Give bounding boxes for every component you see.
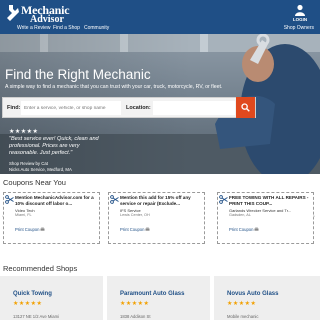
print-coupon-link[interactable]: Print Coupon (120, 227, 144, 232)
scissors-icon (5, 195, 14, 204)
shop-address: 13127 NE 1/2 Ave Miami (13, 314, 60, 319)
coupons-heading: Coupons Near You (3, 178, 66, 187)
review-stars: ★★★★★ (9, 129, 39, 135)
user-icon (295, 4, 305, 16)
coupon-card[interactable]: Mention this add for 15% off any service… (108, 192, 205, 244)
site-logo[interactable]: Mechanic Advisor (6, 3, 116, 25)
login-button[interactable]: LOGIN (288, 4, 312, 22)
coupon-city: Lewis Center, OH (120, 213, 150, 217)
printer-icon[interactable] (254, 227, 259, 232)
print-coupon-link[interactable]: Print Coupon (229, 227, 253, 232)
shop-name[interactable]: Quick Towing (13, 291, 52, 297)
coupon-card[interactable]: FREE TOWING WITH ALL REPAIRS - PRINT THI… (217, 192, 314, 244)
find-input[interactable] (21, 101, 121, 115)
shop-address: Mobile mechanic (227, 314, 259, 319)
scissors-icon (219, 195, 228, 204)
hero-title: Find the Right Mechanic (5, 67, 151, 82)
coupon-card[interactable]: Mention MechanicAdvisor.com for a 10% di… (3, 192, 100, 244)
review-shop: Nicks Auto Service, Medford, MA (9, 167, 72, 172)
coupon-title[interactable]: Mention this add for 15% off any service… (120, 195, 204, 207)
location-label: Location: (126, 105, 151, 111)
printer-icon[interactable] (145, 227, 150, 232)
shop-card[interactable]: Paramount Auto Glass ★★★★★ 1838 Addison … (107, 276, 210, 320)
scissors-icon (110, 195, 119, 204)
top-header: Mechanic Advisor LOGIN Write a Review Fi… (0, 0, 320, 34)
shop-card[interactable]: Quick Towing ★★★★★ 13127 NE 1/2 Ave Miam… (0, 276, 103, 320)
coupon-title[interactable]: FREE TOWING WITH ALL REPAIRS - PRINT THI… (229, 195, 313, 207)
shop-rating-stars: ★★★★★ (13, 301, 43, 307)
login-label: LOGIN (292, 17, 308, 22)
coupon-city: Miami, FL (15, 213, 32, 217)
review-quote: "Best service ever! Quick, clean and pro… (9, 136, 99, 156)
nav-find-shop[interactable]: Find a Shop (53, 25, 80, 31)
coupon-title[interactable]: Mention MechanicAdvisor.com for a 10% di… (15, 195, 99, 207)
coupon-city: Gadsden, AL (229, 213, 251, 217)
shop-card[interactable]: Novus Auto Glass ★★★★★ Mobile mechanic (214, 276, 320, 320)
coupons-next-arrow[interactable]: › (313, 214, 315, 220)
hero-subtitle: A simple way to find a mechanic that you… (5, 84, 223, 90)
wrench-logo-icon (7, 5, 19, 21)
shop-name[interactable]: Novus Auto Glass (227, 291, 278, 297)
location-input[interactable] (153, 101, 235, 115)
printer-icon[interactable] (40, 227, 45, 232)
nav-shop-owners[interactable]: Shop Owners (284, 25, 314, 31)
find-label: Find: (7, 105, 21, 111)
nav-community[interactable]: Community (84, 25, 109, 31)
shop-rating-stars: ★★★★★ (227, 301, 257, 307)
hero-banner: Find the Right Mechanic A simple way to … (0, 34, 320, 174)
shop-address: 1838 Addison St (120, 314, 151, 319)
nav-write-review[interactable]: Write a Review (17, 25, 51, 31)
featured-review: ★★★★★ "Best service ever! Quick, clean a… (9, 128, 109, 173)
main-nav: Write a Review Find a Shop Community Sho… (0, 24, 320, 34)
search-button[interactable] (236, 97, 255, 118)
search-bar: Find: Location: (2, 97, 256, 118)
shop-rating-stars: ★★★★★ (120, 301, 150, 307)
recommended-heading: Recommended Shops (3, 264, 78, 273)
shop-name[interactable]: Paramount Auto Glass (120, 291, 184, 297)
print-coupon-link[interactable]: Print Coupon (15, 227, 39, 232)
search-icon (241, 103, 250, 112)
